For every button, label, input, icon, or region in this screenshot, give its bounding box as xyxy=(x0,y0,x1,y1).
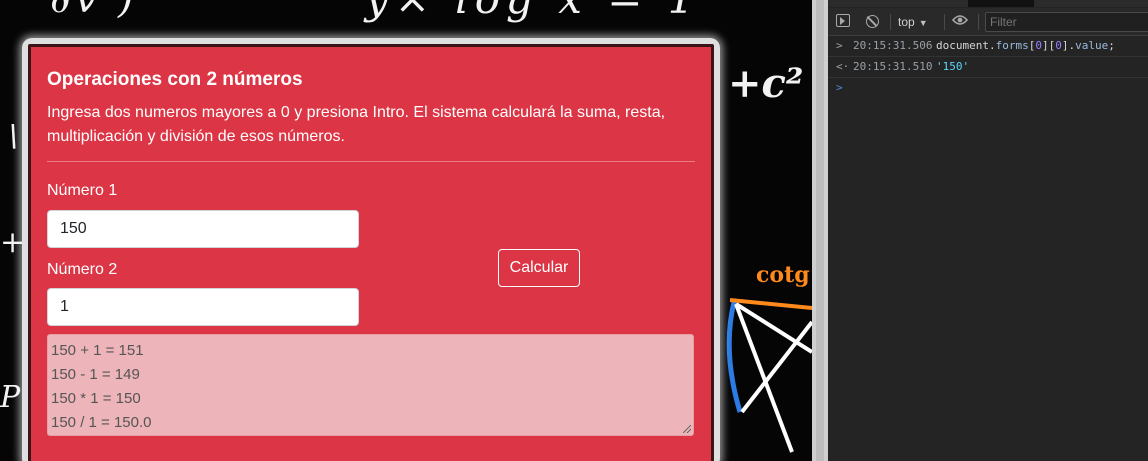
divider xyxy=(47,161,695,162)
toolbar-separator xyxy=(944,14,945,30)
context-selector[interactable]: top ▼ xyxy=(898,13,928,31)
result-line: 150 - 1 = 149 xyxy=(51,366,140,383)
textarea-resize-handle[interactable] xyxy=(683,425,691,433)
code-token: value xyxy=(1075,39,1109,52)
chalk-scribble-top-left: ²∂v ) xyxy=(30,0,138,22)
sidebar-toggle-icon[interactable] xyxy=(836,14,850,27)
input-chevron-icon: > xyxy=(836,39,843,52)
calculate-button[interactable]: Calcular xyxy=(498,249,580,287)
number2-input[interactable] xyxy=(47,288,359,326)
code-token: 0 xyxy=(1035,39,1042,52)
code-token: forms xyxy=(995,39,1029,52)
prompt-chevron-icon: > xyxy=(836,81,843,94)
code-token: document. xyxy=(936,39,996,52)
console-timestamp: 20:15:31.506 xyxy=(853,39,933,52)
console-input-row[interactable]: >20:15:31.506 document.forms[0][0].value; xyxy=(828,36,1148,57)
code-token: 0 xyxy=(1055,39,1062,52)
chalk-mark-left: ∖ xyxy=(0,120,20,155)
clear-console-icon[interactable] xyxy=(866,15,879,28)
chalk-trig-figure xyxy=(726,298,812,453)
devtools-active-tab[interactable] xyxy=(968,0,1034,7)
code-token: '150' xyxy=(936,60,970,73)
card-title: Operaciones con 2 números xyxy=(47,69,303,90)
console-log: >20:15:31.506 document.forms[0][0].value;… xyxy=(828,36,1148,99)
console-command: document.forms[0][0].value; xyxy=(936,36,1115,56)
panel-splitter[interactable] xyxy=(812,0,828,461)
results-textarea[interactable]: 150 + 1 = 151 150 - 1 = 149 150 * 1 = 15… xyxy=(47,334,694,436)
result-line: 150 / 1 = 150.0 xyxy=(51,414,152,431)
chalk-formula-right: +c² xyxy=(728,60,804,107)
caret-down-icon: ▼ xyxy=(918,18,928,28)
result-line: 150 * 1 = 150 xyxy=(51,390,141,407)
result-arrow-icon: <· xyxy=(836,60,850,73)
console-toolbar: top ▼ xyxy=(828,8,1148,36)
code-token: ][ xyxy=(1041,39,1056,52)
console-filter-input[interactable] xyxy=(985,12,1148,32)
devtools-console-panel: top▼ >20:15:31.506document.forms[0][0].v… xyxy=(828,0,1148,461)
toolbar-separator xyxy=(978,14,979,30)
number2-label: Número 2 xyxy=(47,261,118,278)
chalk-formula-top: y× log x = 1 xyxy=(365,0,701,23)
card-description: Ingresa dos numeros mayores a 0 y presio… xyxy=(47,104,666,145)
console-result: '150' xyxy=(936,57,969,77)
code-token: ; xyxy=(1108,39,1115,52)
console-prompt[interactable]: > xyxy=(828,78,1148,99)
operations-card: Operaciones con 2 números Ingresa dos nu… xyxy=(28,44,714,461)
result-line: 150 + 1 = 151 xyxy=(51,342,144,359)
context-value: top xyxy=(898,15,915,29)
chalk-cotg-label: cotg xyxy=(756,262,810,288)
webpage-viewport: ²∂v ) y× log x = 1 +c² ∖ +g P cotg Opera… xyxy=(0,0,812,461)
console-timestamp: 20:15:31.510 xyxy=(853,60,933,73)
console-output-row[interactable]: <· 20:15:31.510'150' xyxy=(828,57,1148,78)
chalk-mark-left: P xyxy=(0,380,21,415)
eye-icon[interactable] xyxy=(952,14,968,26)
number1-label: Número 1 xyxy=(47,182,118,199)
toolbar-separator xyxy=(890,14,891,30)
code-token: ]. xyxy=(1061,39,1076,52)
devtools-tabstrip xyxy=(828,0,1148,7)
splitter-track xyxy=(816,0,824,461)
number1-input[interactable] xyxy=(47,210,359,248)
